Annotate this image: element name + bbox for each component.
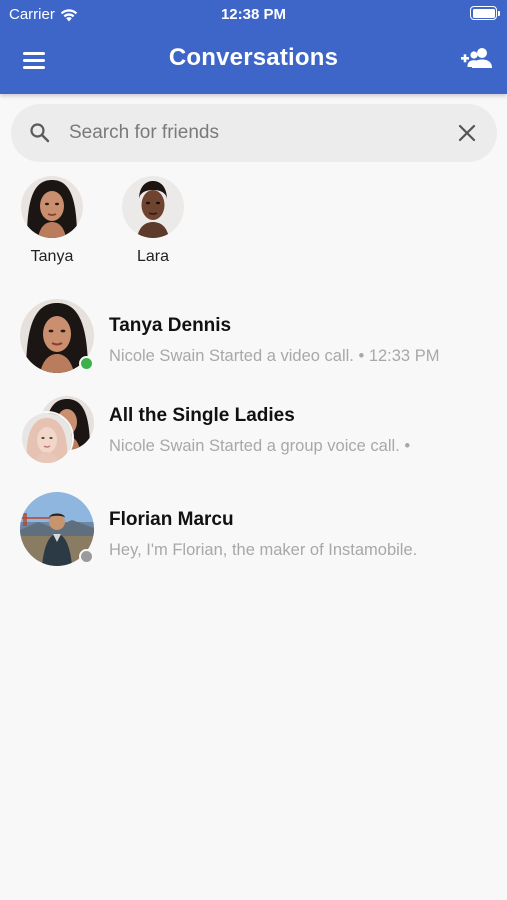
friend-name: Tanya: [30, 248, 74, 265]
avatar: [20, 492, 94, 566]
friend-item-tanya[interactable]: Tanya: [7, 176, 97, 266]
avatar: [20, 299, 94, 373]
status-time: 12:38 PM: [220, 6, 287, 23]
avatar: [20, 411, 74, 465]
conversation-preview: Nicole Swain Started a group voice call.…: [109, 437, 411, 455]
conversation-title: All the Single Ladies: [109, 405, 295, 426]
conversation-title: Florian Marcu: [109, 509, 234, 530]
friend-name: Lara: [136, 248, 170, 265]
conversation-preview: Nicole Swain Started a video call. • 12:…: [109, 347, 440, 365]
group-avatar: [20, 396, 96, 470]
page-title: Conversations: [168, 44, 339, 71]
conversation-item[interactable]: Florian Marcu Hey, I'm Florian, the make…: [0, 488, 507, 578]
conversation-item[interactable]: Tanya Dennis Nicole Swain Started a vide…: [0, 294, 507, 384]
battery-icon: [470, 6, 500, 20]
navigation-bar: Carrier 12:38 PM Conversations: [0, 0, 507, 94]
online-status-indicator: [79, 356, 94, 371]
conversation-preview: Hey, I'm Florian, the maker of Instamobi…: [109, 541, 418, 559]
avatar: [21, 176, 83, 238]
add-friend-button[interactable]: [461, 46, 493, 72]
friend-item-lara[interactable]: Lara: [108, 176, 198, 266]
offline-status-indicator: [79, 549, 94, 564]
add-friend-icon: [461, 48, 492, 68]
clear-search-icon[interactable]: [457, 123, 477, 143]
search-icon: [30, 123, 50, 143]
conversation-title: Tanya Dennis: [109, 315, 232, 336]
search-bar: [11, 104, 497, 162]
conversation-item[interactable]: All the Single Ladies Nicole Swain Start…: [0, 384, 507, 474]
avatar: [122, 176, 184, 238]
search-input[interactable]: [69, 114, 439, 152]
status-bar: Carrier 12:38 PM: [0, 0, 507, 28]
